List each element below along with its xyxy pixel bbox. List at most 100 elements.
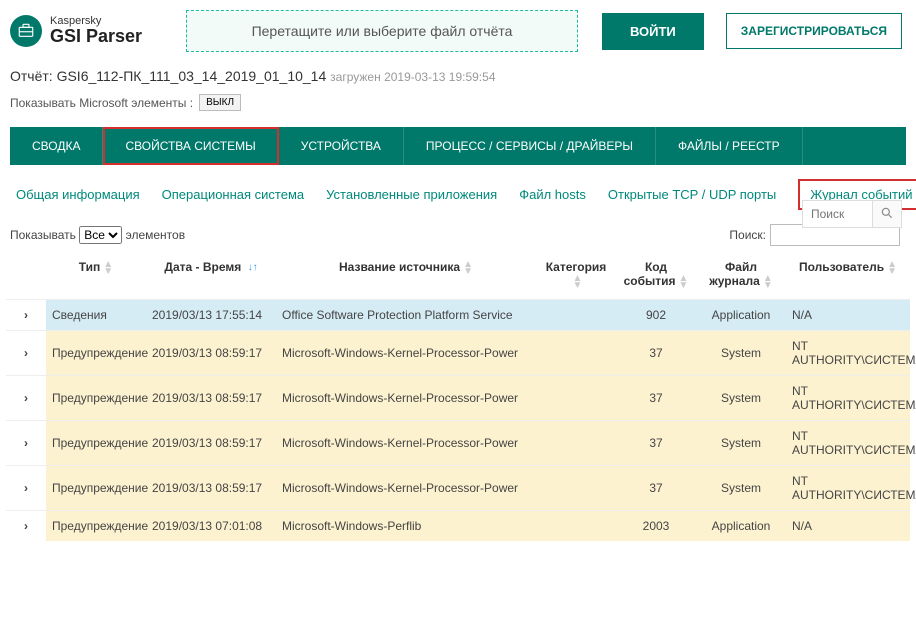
events-table: Тип▲▼ Дата - Время ↓↑ Название источника… — [6, 252, 910, 541]
cell-datetime: 2019/03/13 07:01:08 — [146, 510, 276, 541]
chevron-right-icon: › — [24, 391, 28, 405]
col-expand — [6, 252, 46, 299]
logo-icon — [10, 15, 42, 47]
cell-source: Microsoft-Windows-Kernel-Processor-Power — [276, 330, 536, 375]
cell-source: Microsoft-Windows-Kernel-Processor-Power — [276, 465, 536, 510]
cell-type: Предупреждение — [46, 330, 146, 375]
sort-icon: ▲▼ — [463, 261, 473, 275]
cell-source: Office Software Protection Platform Serv… — [276, 299, 536, 330]
sort-icon: ▲▼ — [679, 275, 689, 289]
report-prefix: Отчёт: — [10, 68, 53, 84]
show-suffix: элементов — [126, 228, 186, 242]
cell-source: Microsoft-Windows-Kernel-Processor-Power — [276, 375, 536, 420]
cell-user: NT AUTHORITY\СИСТЕМА — [786, 375, 910, 420]
cell-code: 2003 — [616, 510, 696, 541]
tab-devices[interactable]: УСТРОЙСТВА — [279, 127, 404, 165]
cell-source: Microsoft-Windows-Perflib — [276, 510, 536, 541]
cell-file: Application — [696, 510, 786, 541]
show-prefix: Показывать — [10, 228, 76, 242]
cell-category — [536, 375, 616, 420]
table-row: › Предупреждение2019/03/13 07:01:08Micros… — [6, 510, 910, 541]
cell-category — [536, 465, 616, 510]
cell-user: N/A — [786, 510, 910, 541]
cell-code: 37 — [616, 330, 696, 375]
expand-row-button[interactable]: › — [6, 465, 46, 510]
cell-datetime: 2019/03/13 08:59:17 — [146, 375, 276, 420]
cell-file: System — [696, 375, 786, 420]
subtab-os[interactable]: Операционная система — [162, 187, 305, 202]
main-tabs: СВОДКА СВОЙСТВА СИСТЕМЫ УСТРОЙСТВА ПРОЦЕ… — [10, 127, 906, 165]
col-datetime[interactable]: Дата - Время ↓↑ — [146, 252, 276, 299]
cell-code: 902 — [616, 299, 696, 330]
cell-type: Предупреждение — [46, 375, 146, 420]
sort-icon: ▲▼ — [763, 275, 773, 289]
brand: Kaspersky GSI Parser — [10, 15, 142, 47]
expand-row-button[interactable]: › — [6, 510, 46, 541]
global-search-button[interactable] — [872, 200, 902, 228]
cell-user: NT AUTHORITY\СИСТЕМА — [786, 420, 910, 465]
col-source[interactable]: Название источника▲▼ — [276, 252, 536, 299]
brand-big: GSI Parser — [50, 27, 142, 47]
col-user[interactable]: Пользователь▲▼ — [786, 252, 910, 299]
cell-category — [536, 330, 616, 375]
sort-active-icon: ↓↑ — [248, 264, 258, 271]
tab-summary[interactable]: СВОДКА — [10, 127, 103, 165]
cell-datetime: 2019/03/13 08:59:17 — [146, 330, 276, 375]
global-search-input[interactable] — [802, 200, 872, 228]
cell-type: Предупреждение — [46, 465, 146, 510]
cell-category — [536, 420, 616, 465]
subtab-apps[interactable]: Установленные приложения — [326, 187, 497, 202]
subtab-ports[interactable]: Открытые TCP / UDP порты — [608, 187, 776, 202]
cell-code: 37 — [616, 420, 696, 465]
table-row: ›Предупреждение2019/03/13 08:59:17Micros… — [6, 420, 910, 465]
cell-type: Предупреждение — [46, 510, 146, 541]
table-search-label: Поиск: — [729, 228, 766, 242]
sort-icon: ▲▼ — [573, 275, 583, 289]
report-title-line: Отчёт: GSI6_112-ПК_111_03_14_2019_01_10_… — [0, 62, 916, 88]
page-size-select[interactable]: Все — [79, 226, 122, 244]
col-type[interactable]: Тип▲▼ — [46, 252, 146, 299]
cell-type: Предупреждение — [46, 420, 146, 465]
upload-dropzone[interactable]: Перетащите или выберите файл отчёта — [186, 10, 578, 52]
cell-source: Microsoft-Windows-Kernel-Processor-Power — [276, 420, 536, 465]
col-file[interactable]: Файл журнала▲▼ — [696, 252, 786, 299]
cell-type: Сведения — [46, 299, 146, 330]
search-icon — [880, 208, 894, 223]
tab-files-registry[interactable]: ФАЙЛЫ / РЕЕСТР — [656, 127, 803, 165]
col-category[interactable]: Категория▲▼ — [536, 252, 616, 299]
cell-category — [536, 299, 616, 330]
subtab-hosts[interactable]: Файл hosts — [519, 187, 586, 202]
chevron-right-icon: › — [24, 346, 28, 360]
cell-file: System — [696, 420, 786, 465]
expand-row-button[interactable]: › — [6, 330, 46, 375]
col-code[interactable]: Код события▲▼ — [616, 252, 696, 299]
cell-user: N/A — [786, 299, 910, 330]
ms-toggle-button[interactable]: ВЫКЛ — [199, 94, 241, 111]
register-button[interactable]: ЗАРЕГИСТРИРОВАТЬСЯ — [726, 13, 902, 49]
sort-icon: ▲▼ — [887, 261, 897, 275]
chevron-right-icon: › — [24, 519, 28, 533]
expand-row-button[interactable]: › — [6, 375, 46, 420]
ms-toggle-label: Показывать Microsoft элементы : — [10, 96, 193, 110]
cell-user: NT AUTHORITY\СИСТЕМА — [786, 465, 910, 510]
login-button[interactable]: ВОЙТИ — [602, 13, 704, 50]
cell-datetime: 2019/03/13 17:55:14 — [146, 299, 276, 330]
subtab-general[interactable]: Общая информация — [16, 187, 140, 202]
sub-tabs: Общая информация Операционная система Ус… — [0, 165, 916, 220]
cell-file: System — [696, 465, 786, 510]
chevron-right-icon: › — [24, 481, 28, 495]
sort-icon: ▲▼ — [103, 261, 113, 275]
cell-user: NT AUTHORITY\СИСТЕМА — [786, 330, 910, 375]
cell-code: 37 — [616, 375, 696, 420]
tab-processes[interactable]: ПРОЦЕСС / СЕРВИСЫ / ДРАЙВЕРЫ — [404, 127, 656, 165]
uploaded-time: 2019-03-13 19:59:54 — [384, 70, 495, 84]
report-name: GSI6_112-ПК_111_03_14_2019_01_10_14 — [57, 68, 327, 84]
cell-code: 37 — [616, 465, 696, 510]
table-row: › Предупреждение2019/03/13 08:59:17Micros… — [6, 330, 910, 375]
uploaded-label: загружен — [330, 70, 381, 84]
expand-row-button[interactable]: › — [6, 420, 46, 465]
chevron-right-icon: › — [24, 436, 28, 450]
tab-system-properties[interactable]: СВОЙСТВА СИСТЕМЫ — [103, 127, 278, 165]
cell-category — [536, 510, 616, 541]
expand-row-button[interactable]: › — [6, 299, 46, 330]
